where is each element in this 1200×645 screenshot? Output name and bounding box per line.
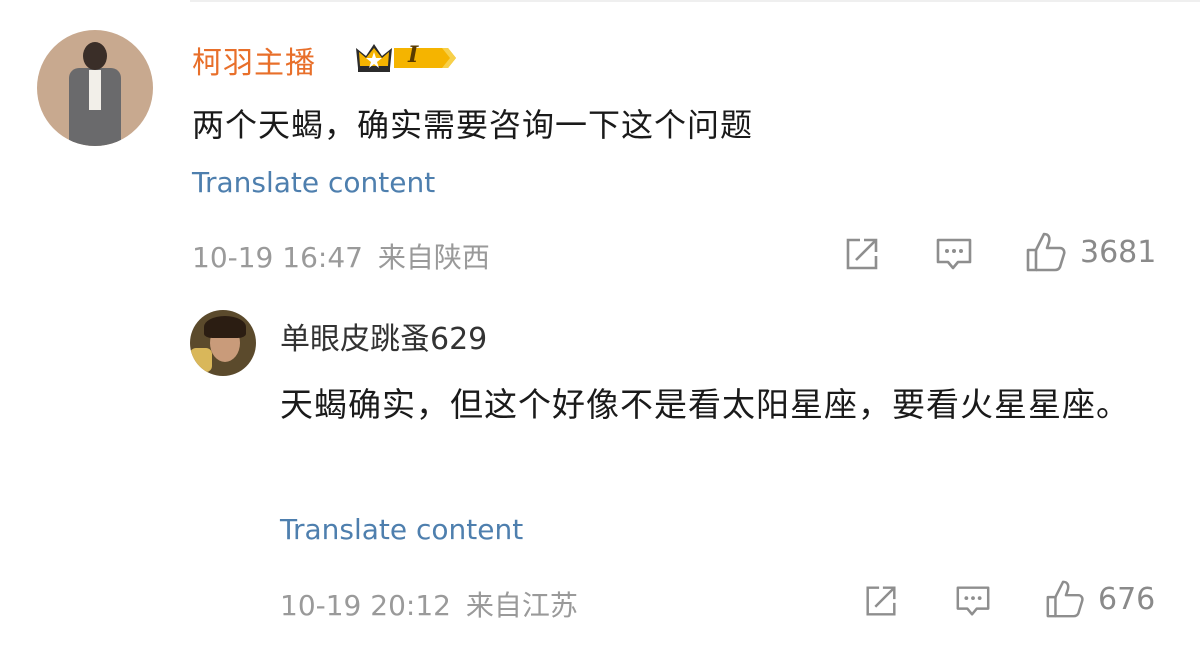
share-icon [846,238,878,270]
thumbs-up-icon [1026,232,1066,272]
reply-avatar[interactable] [190,310,256,376]
comment-author-name[interactable]: 柯羽主播 [192,38,316,82]
share-icon [866,586,896,616]
reply-share-button[interactable] [862,582,900,620]
comment-button[interactable] [934,234,974,274]
translate-content-link[interactable]: Translate content [280,513,523,546]
comment-icon [956,586,990,616]
like-count: 676 [1098,581,1156,617]
reply-author-name[interactable]: 单眼皮跳蚤629 [280,314,487,358]
avatar[interactable] [37,30,153,146]
reply-location: 来自江苏 [465,589,578,622]
thumbs-up-icon [1046,580,1084,618]
vip-level: I [408,42,419,68]
comment-text: 两个天蝎，确实需要咨询一下这个问题 [192,106,754,144]
reply-comment-button[interactable] [954,582,992,620]
comment-time: 10-19 16:47 [192,241,363,274]
reply-text: 天蝎确实，但这个好像不是看太阳星座，要看火星星座。 [280,385,1130,424]
reply-time: 10-19 20:12 [280,589,451,622]
reply-meta: 10-19 20:12 来自江苏 [280,584,578,624]
like-count: 3681 [1080,234,1157,270]
comment-location: 来自陕西 [377,241,490,274]
reply-like-button[interactable]: 676 [1044,578,1155,620]
comment-meta: 10-19 16:47 来自陕西 [192,236,490,276]
share-button[interactable] [842,234,882,274]
top-divider [190,0,1200,2]
vip-crown-badge-icon[interactable] [354,40,458,76]
like-button[interactable]: 3681 [1024,230,1156,274]
translate-content-link[interactable]: Translate content [192,166,435,199]
comment-icon [936,238,972,270]
